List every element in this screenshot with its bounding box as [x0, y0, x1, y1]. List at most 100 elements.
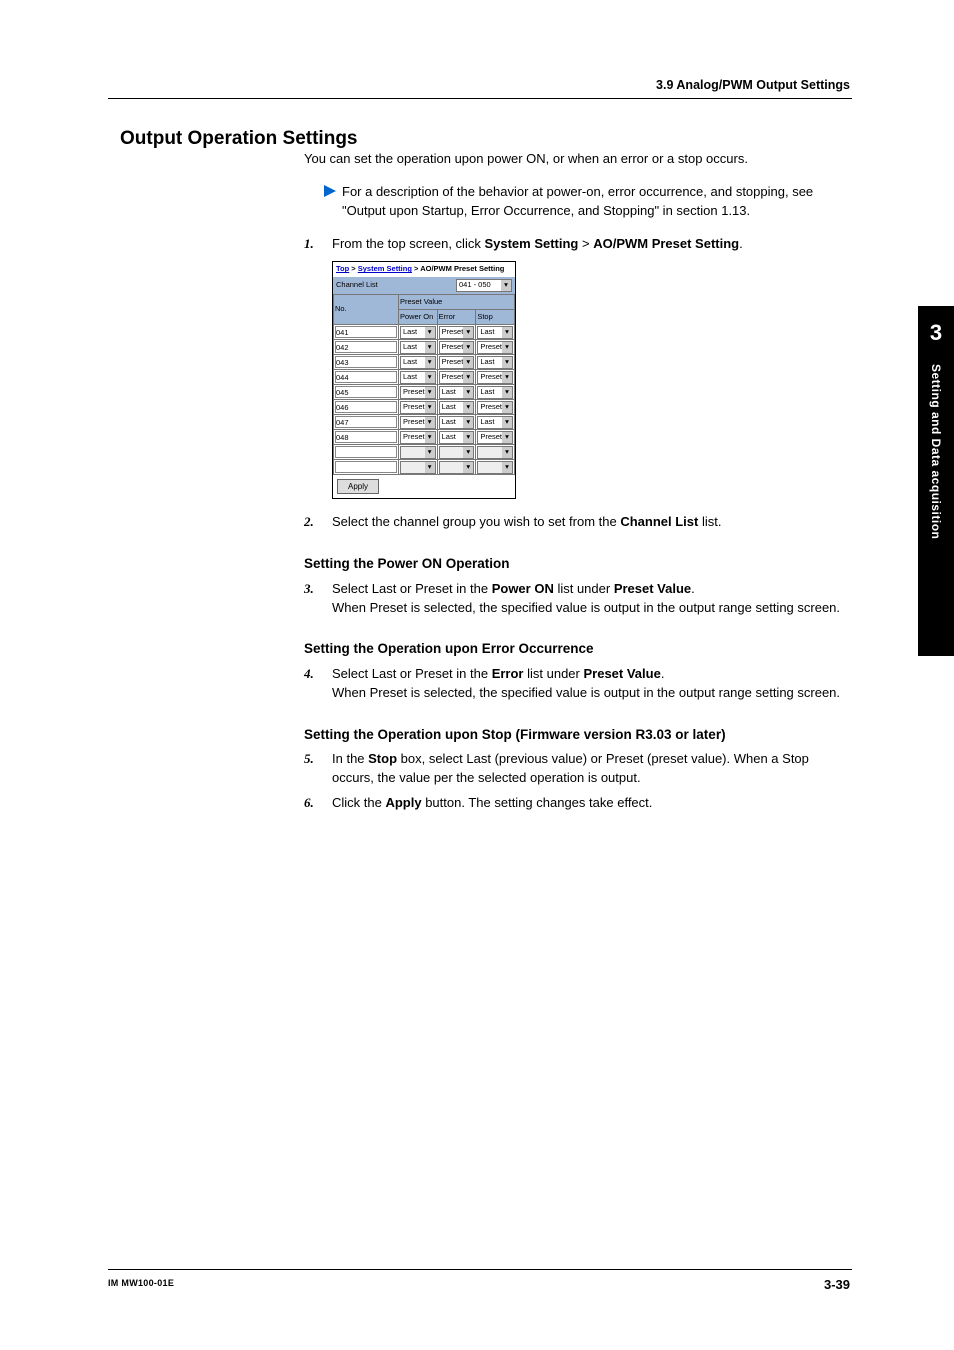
content-area: You can set the operation upon power ON,…	[304, 150, 844, 819]
apply-button[interactable]: Apply	[337, 479, 379, 494]
subhead-error: Setting the Operation upon Error Occurre…	[304, 639, 844, 659]
no-input[interactable]	[335, 356, 397, 368]
col-no: No.	[334, 295, 399, 325]
error-select[interactable]: Last▾	[439, 431, 475, 444]
channel-list-label: Channel List	[336, 280, 378, 291]
chevron-down-icon: ▾	[502, 462, 512, 473]
step-number: 4.	[304, 665, 314, 684]
no-input[interactable]	[335, 431, 397, 443]
table-row: Preset▾Last▾Preset▾	[334, 430, 515, 445]
section-header: 3.9 Analog/PWM Output Settings	[656, 78, 850, 92]
page-title: Output Operation Settings	[120, 128, 358, 150]
channel-list-bar: Channel List 041 - 050 ▾	[333, 277, 515, 294]
chevron-down-icon: ▾	[463, 462, 473, 473]
error-select[interactable]: Preset▾	[439, 341, 475, 354]
bc-top-link[interactable]: Top	[336, 264, 349, 273]
step-2: 2. Select the channel group you wish to …	[304, 513, 844, 532]
stop-select: ▾	[477, 461, 513, 474]
error-select[interactable]: Preset▾	[439, 326, 475, 339]
stop-select[interactable]: Preset▾	[477, 341, 513, 354]
chevron-down-icon: ▾	[463, 372, 473, 383]
stop-select[interactable]: Last▾	[477, 416, 513, 429]
no-input[interactable]	[335, 401, 397, 413]
step-number: 6.	[304, 794, 314, 813]
stop-select[interactable]: Preset▾	[477, 401, 513, 414]
table-row-empty: ▾▾▾	[334, 445, 515, 460]
chapter-tab: 3 Setting and Data acquisition	[918, 306, 954, 656]
poweron-select[interactable]: Last▾	[400, 371, 436, 384]
no-input[interactable]	[335, 461, 397, 473]
poweron-select[interactable]: Last▾	[400, 326, 436, 339]
table-row: Preset▾Last▾Last▾	[334, 415, 515, 430]
step-number: 5.	[304, 750, 314, 769]
col-preset: Preset Value	[398, 295, 514, 310]
cell-no	[334, 340, 399, 355]
step-5: 5. In the Stop box, select Last (previou…	[304, 750, 844, 788]
table-row: Last▾Preset▾Preset▾	[334, 340, 515, 355]
step-number: 3.	[304, 580, 314, 599]
channel-range-select[interactable]: 041 - 050 ▾	[456, 279, 512, 292]
no-input[interactable]	[335, 446, 397, 458]
poweron-select[interactable]: Preset▾	[400, 401, 436, 414]
poweron-select[interactable]: Preset▾	[400, 431, 436, 444]
chevron-down-icon: ▾	[425, 462, 435, 473]
step-number: 2.	[304, 513, 314, 532]
chevron-down-icon: ▾	[425, 432, 435, 443]
error-select: ▾	[439, 461, 475, 474]
chevron-down-icon: ▾	[502, 417, 512, 428]
table-row: Last▾Preset▾Last▾	[334, 325, 515, 340]
stop-select[interactable]: Last▾	[477, 326, 513, 339]
cell-no	[334, 430, 399, 445]
stop-select[interactable]: Last▾	[477, 386, 513, 399]
chevron-down-icon: ▾	[463, 432, 473, 443]
step-6: 6. Click the Apply button. The setting c…	[304, 794, 844, 813]
no-input[interactable]	[335, 341, 397, 353]
table-row: Last▾Preset▾Last▾	[334, 355, 515, 370]
poweron-select: ▾	[400, 446, 436, 459]
table-row: Preset▾Last▾Last▾	[334, 385, 515, 400]
bc-syssetting-link[interactable]: System Setting	[358, 264, 412, 273]
error-select[interactable]: Last▾	[439, 386, 475, 399]
error-select[interactable]: Preset▾	[439, 356, 475, 369]
error-select[interactable]: Last▾	[439, 416, 475, 429]
stop-select[interactable]: Preset▾	[477, 431, 513, 444]
footer-page-number: 3-39	[824, 1277, 850, 1292]
chapter-label: Setting and Data acquisition	[918, 364, 943, 539]
chevron-down-icon: ▾	[502, 387, 512, 398]
poweron-select[interactable]: Last▾	[400, 356, 436, 369]
chevron-down-icon: ▾	[463, 387, 473, 398]
cell-no	[334, 415, 399, 430]
no-input[interactable]	[335, 371, 397, 383]
stop-select: ▾	[477, 446, 513, 459]
poweron-select[interactable]: Last▾	[400, 341, 436, 354]
chapter-number: 3	[918, 306, 954, 364]
step-1: 1. From the top screen, click System Set…	[304, 235, 844, 500]
chevron-down-icon: ▾	[463, 357, 473, 368]
chevron-down-icon: ▾	[425, 402, 435, 413]
error-select[interactable]: Preset▾	[439, 371, 475, 384]
chevron-down-icon: ▾	[425, 447, 435, 458]
table-row-empty: ▾ ▾ ▾	[334, 460, 515, 475]
poweron-select[interactable]: Preset▾	[400, 386, 436, 399]
chevron-down-icon: ▾	[425, 327, 435, 338]
intro-text: You can set the operation upon power ON,…	[304, 150, 844, 169]
cell-no	[334, 370, 399, 385]
poweron-select[interactable]: Preset▾	[400, 416, 436, 429]
cell-no	[334, 400, 399, 415]
chevron-down-icon: ▾	[425, 357, 435, 368]
preset-setting-screenshot: Top > System Setting > AO/PWM Preset Set…	[332, 261, 516, 499]
subhead-poweron: Setting the Power ON Operation	[304, 554, 844, 574]
error-select: ▾	[439, 446, 475, 459]
chevron-down-icon: ▾	[463, 402, 473, 413]
no-input[interactable]	[335, 416, 397, 428]
cell-no	[334, 355, 399, 370]
chevron-down-icon: ▾	[502, 357, 512, 368]
note-text: For a description of the behavior at pow…	[342, 184, 813, 218]
stop-select[interactable]: Preset▾	[477, 371, 513, 384]
col-poweron: Power On	[398, 310, 437, 325]
error-select[interactable]: Last▾	[439, 401, 475, 414]
chevron-down-icon: ▾	[463, 327, 473, 338]
stop-select[interactable]: Last▾	[477, 356, 513, 369]
no-input[interactable]	[335, 326, 397, 338]
no-input[interactable]	[335, 386, 397, 398]
